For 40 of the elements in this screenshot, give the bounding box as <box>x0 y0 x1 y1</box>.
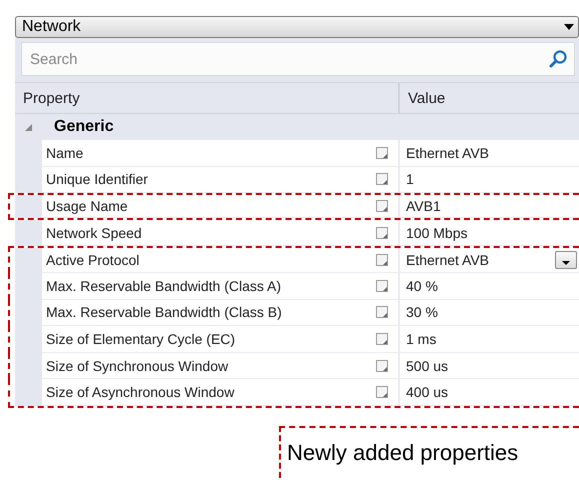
collapse-icon[interactable] <box>25 124 32 130</box>
property-name: Size of Synchronous Window <box>46 358 228 374</box>
edit-icon[interactable] <box>376 226 388 239</box>
property-name: Usage Name <box>46 198 128 214</box>
edit-icon[interactable] <box>376 280 388 292</box>
property-name: Max. Reservable Bandwidth (Class B) <box>46 304 282 320</box>
property-name: Size of Elementary Cycle (EC) <box>46 330 236 347</box>
search-field[interactable]: Search <box>21 42 575 76</box>
edit-icon[interactable] <box>376 386 388 398</box>
network-dropdown[interactable]: Network <box>15 16 579 38</box>
property-value[interactable]: 1 ms <box>406 330 436 347</box>
category-label: Generic <box>54 118 114 136</box>
property-value[interactable]: 1 <box>406 171 414 188</box>
edit-icon[interactable] <box>376 306 388 318</box>
property-value[interactable]: 30 % <box>406 304 438 320</box>
search-icon <box>549 50 567 68</box>
property-value[interactable]: 500 us <box>406 358 448 374</box>
property-value[interactable]: 400 us <box>406 384 448 400</box>
column-header[interactable]: Value <box>400 83 579 113</box>
property-name: Network Speed <box>46 224 142 241</box>
property-value[interactable]: AVB1 <box>406 198 441 214</box>
edit-icon[interactable] <box>376 332 388 345</box>
edit-icon[interactable] <box>376 254 388 266</box>
property-name: Max. Reservable Bandwidth (Class A) <box>46 278 281 294</box>
edit-icon[interactable] <box>376 173 388 186</box>
caret-icon <box>562 261 570 266</box>
callout-label: Newly added properties <box>279 426 579 478</box>
property-value[interactable]: Ethernet AVB <box>406 252 490 268</box>
property-name: Name <box>46 144 84 161</box>
property-name: Active Protocol <box>46 252 140 268</box>
property-value[interactable]: 40 % <box>406 278 438 294</box>
property-name: Size of Asynchronous Window <box>46 384 234 400</box>
property-value[interactable]: 100 Mbps <box>406 224 468 241</box>
dropdown-button[interactable] <box>555 251 577 270</box>
property-value[interactable]: Ethernet AVB <box>406 144 490 161</box>
property-name: Unique Identifier <box>46 171 148 188</box>
edit-icon[interactable] <box>376 146 388 159</box>
edit-icon[interactable] <box>376 360 388 372</box>
edit-icon[interactable] <box>376 200 388 212</box>
caret-icon <box>564 24 574 30</box>
